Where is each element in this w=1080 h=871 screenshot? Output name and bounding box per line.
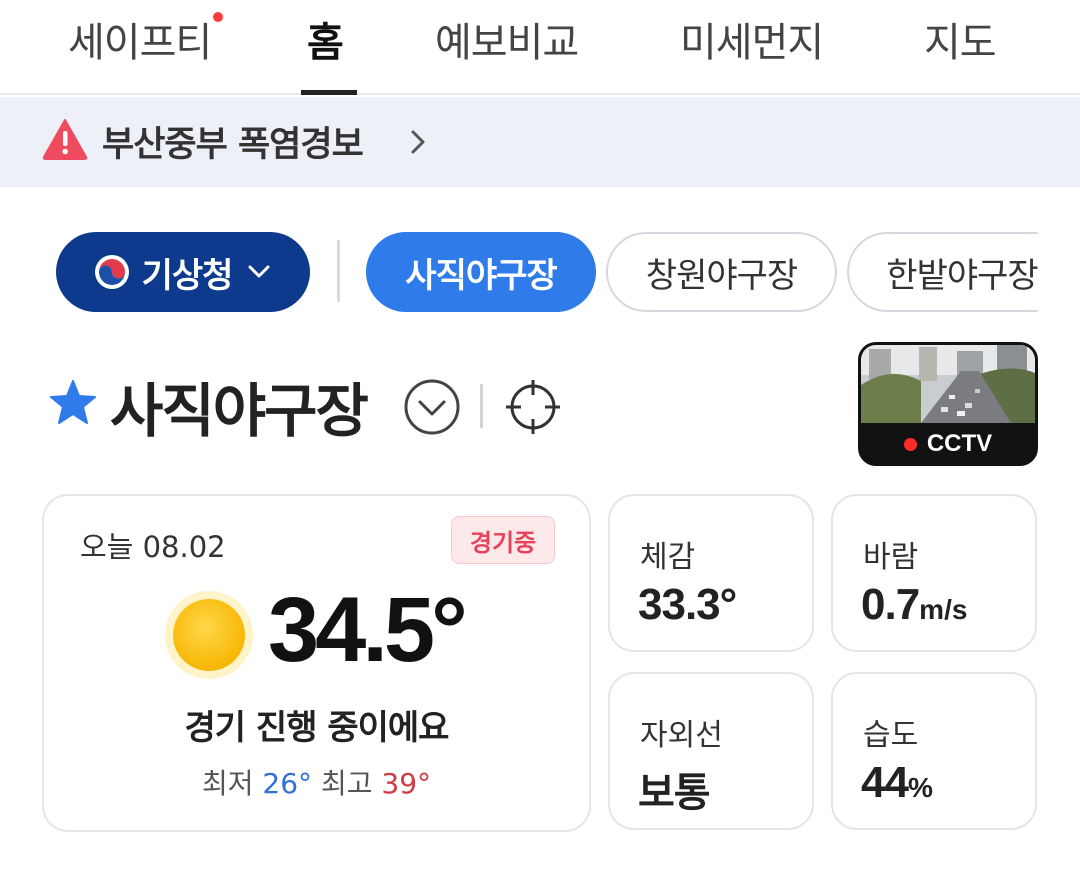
feels-like-card[interactable]: 체감 33.3° (608, 494, 814, 652)
tab-safety[interactable]: 세이프티 (68, 10, 224, 66)
feels-like-value: 33.3° (638, 580, 737, 629)
tab-forecast-compare[interactable]: 예보비교 (435, 10, 579, 66)
max-label: 최고 (320, 767, 373, 800)
tab-label: 미세먼지 (680, 20, 824, 66)
max-temperature: 39° (381, 767, 432, 800)
uv-value: 보통 (638, 770, 711, 816)
cctv-thumbnail (861, 345, 1035, 423)
tab-home[interactable]: 홈 (307, 10, 344, 66)
notification-dot (213, 12, 224, 22)
weather-summary: 경기 진행 중이에요 (184, 708, 450, 748)
wind-unit: m/s (919, 594, 968, 625)
kma-logo-icon (94, 255, 129, 289)
min-max-temperature: 최저 26° 최고 39° (42, 762, 591, 802)
chip-divider (337, 240, 340, 302)
source-label: 기상청 (141, 255, 234, 296)
chip-overflow-clip: 한밭야구장 (845, 228, 1038, 318)
chip-label: 한밭야구장 (886, 255, 1038, 296)
stat-label: 자외선 (640, 718, 723, 753)
cctv-label: CCTV (926, 430, 993, 457)
tab-label: 예보비교 (435, 20, 579, 66)
uv-card[interactable]: 자외선 보통 (608, 672, 814, 830)
wind-card[interactable]: 바람 0.7m/s (831, 494, 1037, 652)
live-dot-icon (903, 437, 917, 451)
stat-label: 체감 (640, 540, 696, 575)
location-chip-changwon[interactable]: 창원야구장 (606, 232, 837, 312)
location-dropdown-icon[interactable] (403, 378, 461, 436)
chip-label: 사직야구장 (405, 255, 557, 296)
chip-label: 창원야구장 (645, 255, 798, 296)
alert-text: 부산중부 폭염경보 (102, 125, 364, 165)
humidity-value-row: 44% (861, 758, 933, 808)
source-select-chip[interactable]: 기상청 (56, 232, 310, 312)
tab-map[interactable]: 지도 (924, 10, 997, 66)
humidity-unit: % (907, 772, 933, 803)
tab-label: 세이프티 (68, 20, 212, 66)
wind-value: 0.7 (861, 580, 920, 629)
tab-fine-dust[interactable]: 미세먼지 (680, 10, 824, 66)
cctv-label-row: CCTV (861, 425, 1035, 463)
current-location-icon[interactable] (504, 378, 562, 436)
today-date: 오늘 08.02 (80, 530, 226, 564)
stat-label: 바람 (863, 540, 919, 575)
favorite-star-icon[interactable] (48, 378, 98, 426)
active-tab-indicator (301, 90, 357, 95)
wind-value-row: 0.7m/s (861, 580, 967, 630)
top-tab-bar: 세이프티 홈 예보비교 미세먼지 지도 (0, 0, 1080, 95)
cctv-button[interactable]: CCTV (858, 342, 1038, 466)
tab-label: 지도 (924, 20, 997, 66)
stat-label: 습도 (863, 718, 919, 753)
sunny-icon (165, 591, 253, 679)
tab-label: 홈 (307, 20, 344, 66)
chevron-down-icon (248, 265, 270, 278)
warning-triangle-icon (42, 119, 88, 160)
location-separator (480, 384, 483, 428)
current-temperature: 34.5° (268, 579, 468, 681)
location-chip-hanbat[interactable]: 한밭야구장 (847, 232, 1038, 312)
location-chip-sajik[interactable]: 사직야구장 (366, 232, 596, 312)
min-temperature: 26° (262, 767, 313, 800)
chevron-right-icon (411, 130, 425, 154)
humidity-card[interactable]: 습도 44% (831, 672, 1037, 830)
status-badge: 경기중 (451, 516, 555, 564)
humidity-value: 44 (861, 758, 909, 807)
location-title: 사직야구장 (110, 377, 369, 445)
min-label: 최저 (201, 767, 254, 800)
